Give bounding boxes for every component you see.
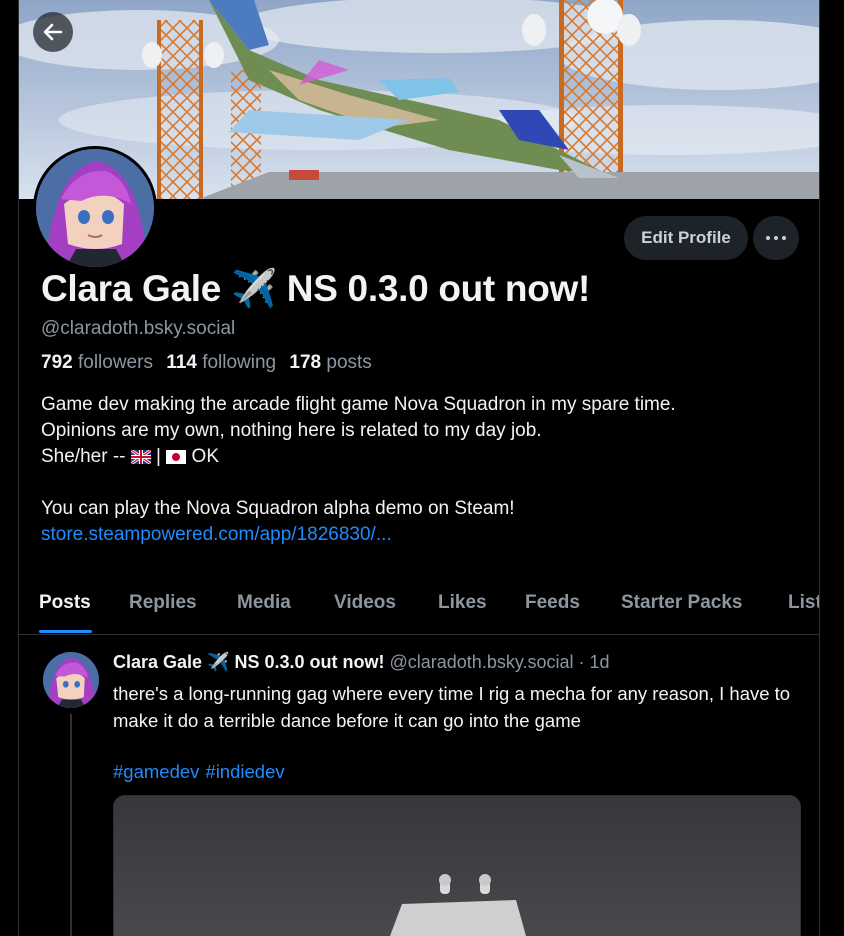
post-author-name[interactable]: Clara Gale ✈️ NS 0.3.0 out now! [113,652,384,672]
hashtag-link[interactable]: #gamedev [113,761,199,782]
profile-avatar[interactable] [33,146,157,270]
following-link[interactable]: 114 following [166,352,284,373]
active-tab-indicator [39,630,92,633]
display-name: Clara Gale ✈️ NS 0.3.0 out now! [41,268,591,309]
posts-count: 178 posts [289,352,372,373]
post-timestamp[interactable]: · 1d [579,652,610,672]
tab-media[interactable]: Media [237,592,291,614]
tab-feeds[interactable]: Feeds [525,592,580,614]
post-text: there's a long-running gag where every t… [113,683,791,731]
tab-starter-packs[interactable]: Starter Packs [621,592,742,614]
tab-replies[interactable]: Replies [129,592,197,614]
post-tags: #gamedev #indiedev [113,761,291,783]
uk-flag-icon [130,450,151,464]
post-author-avatar[interactable] [43,652,99,708]
post-media[interactable] [113,795,801,936]
followers-link[interactable]: 792 followers [41,352,161,373]
more-dots-icon [766,236,786,240]
more-options-button[interactable] [753,216,799,260]
bio-line: Opinions are my own, nothing here is rel… [41,420,542,441]
back-button[interactable] [33,12,73,52]
thread-line [70,714,72,936]
hashtag-link[interactable]: #indiedev [205,761,284,782]
profile-handle: @claradoth.bsky.social [41,318,236,339]
profile-stats: 792 followers 114 following 178 posts [41,352,380,374]
post-header: Clara Gale ✈️ NS 0.3.0 out now! @clarado… [113,652,610,673]
bio-line: Game dev making the arcade flight game N… [41,394,676,415]
tab-likes[interactable]: Likes [438,592,487,614]
tab-posts[interactable]: Posts [39,592,91,614]
tab-videos[interactable]: Videos [334,592,396,614]
profile-tabs: Posts Replies Media Videos Likes Feeds S… [19,584,819,635]
bio-steam-link[interactable]: store.steampowered.com/app/1826830/... [41,522,801,548]
tab-lists[interactable]: Lists [788,592,819,614]
bio-line: She/her -- | OK [41,446,219,467]
profile-bio: Game dev making the arcade flight game N… [41,392,801,548]
post-author-handle[interactable]: @claradoth.bsky.social [390,652,574,672]
back-arrow-icon [43,23,63,41]
bio-line: You can play the Nova Squadron alpha dem… [41,498,515,519]
edit-profile-button[interactable]: Edit Profile [624,216,748,260]
japan-flag-icon [166,450,187,464]
profile-column: Edit Profile Clara Gale ✈️ NS 0.3.0 out … [18,0,820,936]
